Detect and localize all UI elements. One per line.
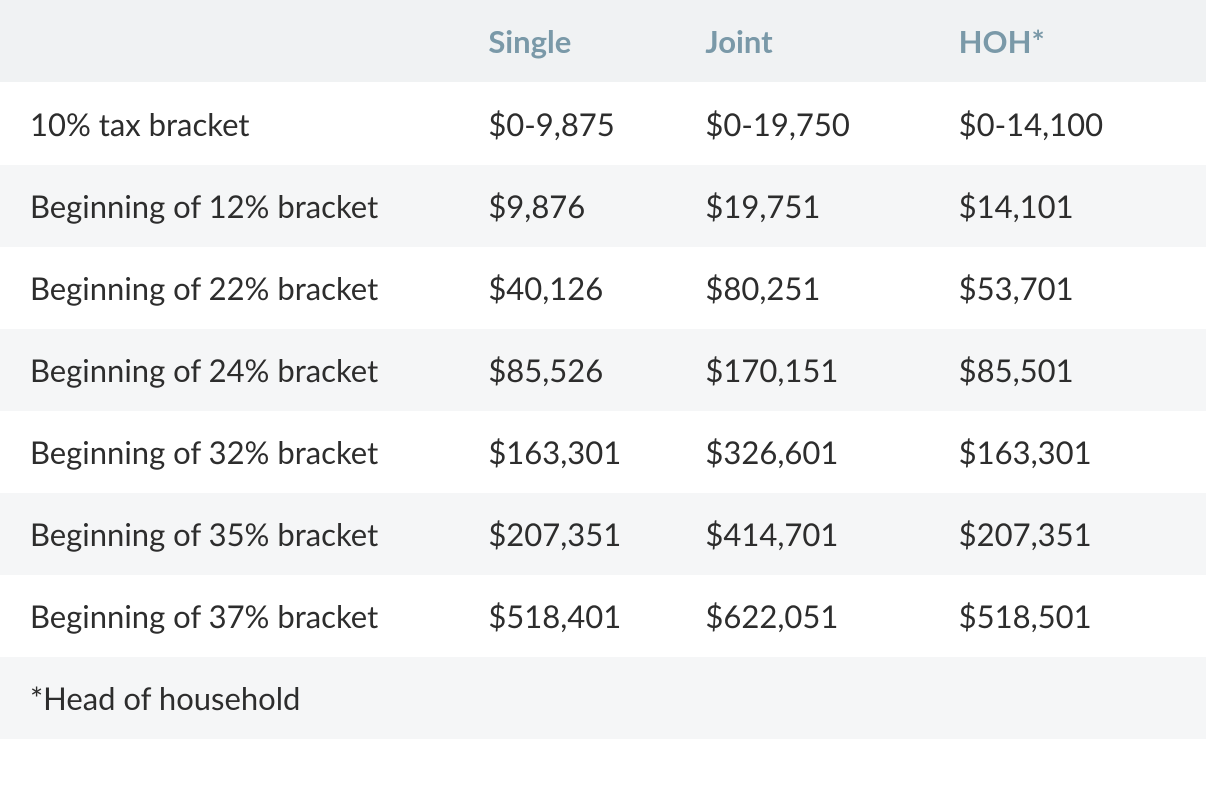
table-footnote-row: *Head of household	[0, 657, 1206, 739]
row-label: Beginning of 32% bracket	[0, 411, 470, 493]
row-joint: $326,601	[687, 411, 940, 493]
table-row: Beginning of 24% bracket $85,526 $170,15…	[0, 329, 1206, 411]
row-label: Beginning of 12% bracket	[0, 165, 470, 247]
row-single: $9,876	[470, 165, 687, 247]
row-joint: $414,701	[687, 493, 940, 575]
header-joint: Joint	[687, 0, 940, 83]
footnote-text: *Head of household	[0, 657, 1206, 739]
header-hoh: HOH*	[941, 0, 1206, 83]
row-joint: $80,251	[687, 247, 940, 329]
table-body: 10% tax bracket $0-9,875 $0-19,750 $0-14…	[0, 83, 1206, 740]
row-label: Beginning of 35% bracket	[0, 493, 470, 575]
table-header-row: Single Joint HOH*	[0, 0, 1206, 83]
header-single: Single	[470, 0, 687, 83]
row-hoh: $0-14,100	[941, 83, 1206, 166]
tax-bracket-table: Single Joint HOH* 10% tax bracket $0-9,8…	[0, 0, 1206, 739]
table-row: Beginning of 35% bracket $207,351 $414,7…	[0, 493, 1206, 575]
row-label: Beginning of 24% bracket	[0, 329, 470, 411]
header-empty	[0, 0, 470, 83]
row-single: $85,526	[470, 329, 687, 411]
row-label: 10% tax bracket	[0, 83, 470, 166]
row-single: $40,126	[470, 247, 687, 329]
row-hoh: $207,351	[941, 493, 1206, 575]
table-row: 10% tax bracket $0-9,875 $0-19,750 $0-14…	[0, 83, 1206, 166]
row-hoh: $14,101	[941, 165, 1206, 247]
row-single: $0-9,875	[470, 83, 687, 166]
table-row: Beginning of 32% bracket $163,301 $326,6…	[0, 411, 1206, 493]
row-joint: $19,751	[687, 165, 940, 247]
tax-bracket-table-container: Single Joint HOH* 10% tax bracket $0-9,8…	[0, 0, 1206, 739]
row-hoh: $53,701	[941, 247, 1206, 329]
row-single: $163,301	[470, 411, 687, 493]
table-row: Beginning of 12% bracket $9,876 $19,751 …	[0, 165, 1206, 247]
table-row: Beginning of 22% bracket $40,126 $80,251…	[0, 247, 1206, 329]
row-joint: $0-19,750	[687, 83, 940, 166]
table-row: Beginning of 37% bracket $518,401 $622,0…	[0, 575, 1206, 657]
row-label: Beginning of 37% bracket	[0, 575, 470, 657]
row-single: $207,351	[470, 493, 687, 575]
row-single: $518,401	[470, 575, 687, 657]
row-joint: $622,051	[687, 575, 940, 657]
row-hoh: $518,501	[941, 575, 1206, 657]
row-label: Beginning of 22% bracket	[0, 247, 470, 329]
row-hoh: $85,501	[941, 329, 1206, 411]
row-joint: $170,151	[687, 329, 940, 411]
row-hoh: $163,301	[941, 411, 1206, 493]
